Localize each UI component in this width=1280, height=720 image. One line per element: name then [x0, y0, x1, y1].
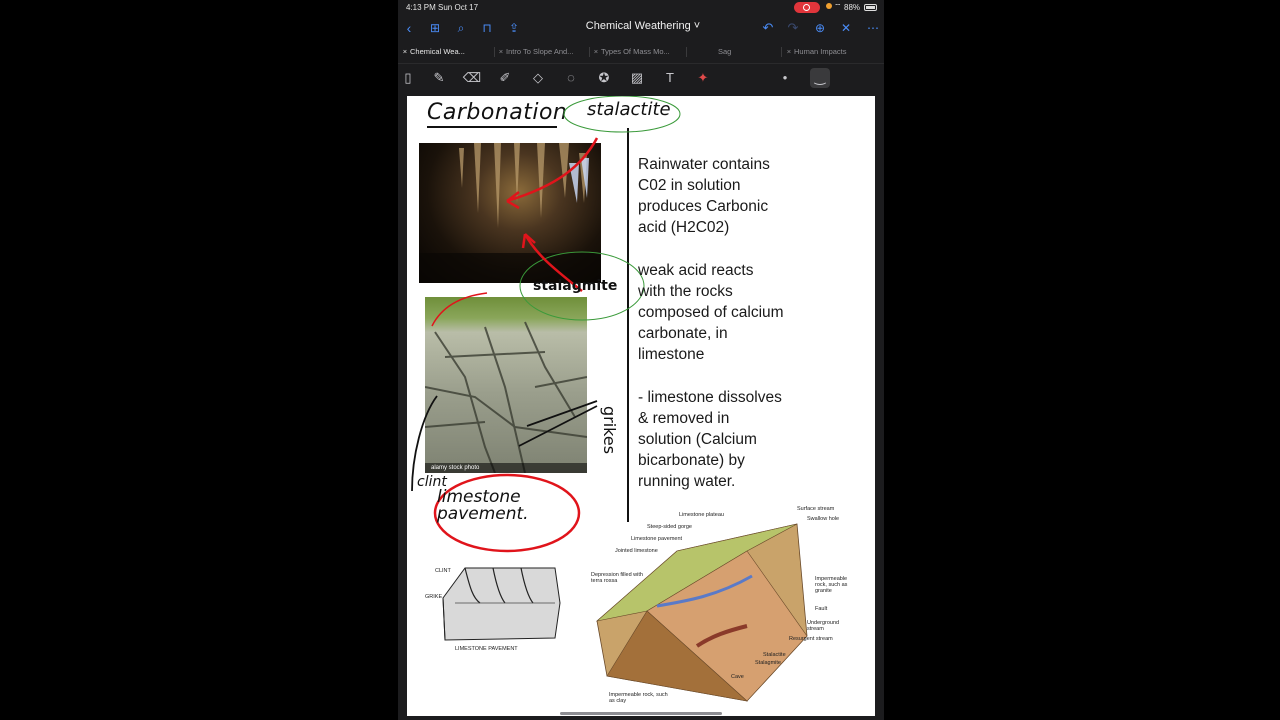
screen-recording-icon[interactable]	[794, 2, 820, 13]
karst-landscape-diagram: Limestone plateau Surface stream Swallow…	[587, 506, 857, 716]
text-line: Rainwater contains	[638, 156, 770, 173]
tab-close-icon[interactable]: ×	[496, 43, 506, 61]
text-line: - limestone dissolves	[638, 389, 782, 406]
text-line: & removed in	[638, 410, 730, 427]
share-icon[interactable]: ⇪	[505, 18, 523, 38]
grid-view-icon[interactable]: ⊞	[426, 18, 444, 38]
diagram-label: Stalagmite	[755, 660, 781, 666]
red-stroke	[431, 292, 488, 327]
label-grikes: grikes	[600, 406, 619, 455]
sketch-caption: LIMESTONE PAVEMENT	[455, 646, 518, 652]
tab-divider	[781, 47, 782, 57]
battery-icon	[864, 4, 877, 11]
paragraph-1: Rainwater contains C02 in solution produ…	[638, 154, 770, 238]
label-stalagmite: stalagmite	[533, 278, 618, 294]
diagram-label: Surface stream	[797, 506, 835, 512]
grikes-arrows	[518, 400, 598, 447]
close-icon[interactable]: ✕	[837, 18, 855, 38]
tab-label: Intro To Slope And...	[506, 47, 574, 56]
text-line: solution (Calcium	[638, 431, 757, 448]
diagram-label: Swallow hole	[807, 516, 840, 522]
diagram-label: Cave	[731, 674, 744, 680]
text-line: C02 in solution	[638, 177, 741, 194]
pen-style-icon[interactable]: ‿	[810, 68, 830, 88]
diagram-label: Limestone pavement	[631, 536, 683, 542]
text-line: produces Carbonic	[638, 198, 769, 215]
tab-human-impacts[interactable]: × Human Impacts	[784, 43, 879, 61]
sketch-label-clint: CLINT	[435, 568, 451, 574]
diagram-label: Resurgent stream	[789, 636, 833, 642]
tool-bar: ▯ ✎ ⌫ ✐ ◇ ◌ ✪ ▨ T ✦ ● ‿	[398, 63, 884, 92]
ipad-screen: 4:13 PM Sun Oct 17 ⌔ 88% ‹ ⊞ ⌕ ⊓ ⇪ Chemi…	[398, 0, 884, 720]
tab-bar: × Chemical Wea... × Intro To Slope And... …	[398, 43, 884, 61]
page-icon[interactable]: ▯	[398, 68, 418, 88]
image-icon[interactable]: ▨	[627, 68, 647, 88]
diagram-label: Steep-sided gorge	[647, 524, 692, 530]
home-indicator[interactable]	[560, 712, 722, 715]
diagram-label: Stalactite	[763, 652, 786, 658]
text-line: limestone	[638, 346, 705, 363]
diagram-label: Impermeable rock, such as granite	[815, 576, 848, 594]
tab-divider	[494, 47, 495, 57]
tab-close-icon[interactable]: ×	[784, 43, 794, 61]
text-icon[interactable]: T	[660, 68, 680, 88]
tab-label: Sag	[718, 47, 732, 56]
undo-icon[interactable]: ↶	[759, 18, 777, 38]
highlighter-icon[interactable]: ✐	[495, 68, 515, 88]
tab-close-icon[interactable]: ×	[400, 43, 410, 61]
tab-divider	[589, 47, 590, 57]
tab-divider	[686, 47, 687, 57]
text-line: bicarbonate) by	[638, 452, 745, 469]
more-icon[interactable]: ⋯	[864, 18, 882, 38]
bookmark-icon[interactable]: ⊓	[478, 18, 496, 38]
battery-percent: 88%	[844, 3, 861, 12]
text-line: carbonate, in	[638, 325, 728, 342]
wifi-icon: ⌔	[834, 2, 842, 11]
star-icon[interactable]: ✪	[594, 68, 614, 88]
tab-types-of-mass[interactable]: × Types Of Mass Mo...	[591, 43, 686, 61]
text-line: with the rocks	[638, 283, 733, 300]
status-bar: 4:13 PM Sun Oct 17 ⌔ 88%	[398, 0, 884, 16]
sketch-label-grike: GRIKE	[425, 594, 443, 600]
redo-icon[interactable]: ↷	[784, 18, 802, 38]
back-chevron-icon[interactable]: ‹	[400, 18, 418, 38]
eraser-icon[interactable]: ⌫	[462, 68, 482, 88]
green-circle-stalactite	[563, 96, 681, 133]
shapes-icon[interactable]: ◇	[528, 68, 548, 88]
paragraph-2: weak acid reacts with the rocks composed…	[638, 260, 784, 365]
diagram-label: Limestone plateau	[679, 512, 724, 518]
status-time: 4:13 PM Sun Oct 17	[406, 3, 479, 12]
tab-close-icon[interactable]: ×	[591, 43, 601, 61]
dot-color-icon[interactable]: ●	[775, 68, 795, 88]
laser-icon[interactable]: ✦	[693, 68, 713, 88]
note-page[interactable]: Carbonation stalactite alamy stock photo…	[407, 96, 875, 716]
diagram-label: Jointed limestone	[615, 548, 658, 554]
tab-label: Chemical Wea...	[410, 47, 465, 56]
orientation-lock-icon	[826, 3, 832, 9]
search-icon[interactable]: ⌕	[452, 18, 470, 38]
paragraph-3: - limestone dissolves & removed in solut…	[638, 387, 782, 492]
lasso-icon[interactable]: ◌	[561, 68, 581, 88]
add-page-icon[interactable]: ⊕	[811, 18, 829, 38]
text-line: running water.	[638, 473, 736, 490]
pen-icon[interactable]: ✎	[429, 68, 449, 88]
top-toolbar: ‹ ⊞ ⌕ ⊓ ⇪ Chemical Weathering ˅ ↶ ↷ ⊕ ✕ …	[398, 16, 884, 42]
diagram-label: Fault	[815, 606, 828, 612]
text-line: weak acid reacts	[638, 262, 754, 279]
text-line: acid (H2C02)	[638, 219, 730, 236]
tab-chemical-weathering[interactable]: × Chemical Wea...	[400, 43, 495, 61]
diagram-label: Underground stream	[807, 620, 840, 632]
tab-intro-to-slope[interactable]: × Intro To Slope And...	[496, 43, 591, 61]
text-line: composed of calcium	[638, 304, 784, 321]
red-arrow-stalactite	[506, 137, 599, 203]
diagram-label: Depression filled with terra rossa	[591, 572, 643, 584]
diagram-label: Impermeable rock, such as clay	[609, 692, 668, 704]
tab-label: Types Of Mass Mo...	[601, 47, 670, 56]
tab-label: Human Impacts	[794, 47, 847, 56]
document-title[interactable]: Chemical Weathering ˅	[558, 20, 728, 32]
limestone-pavement-sketch: CLINT GRIKE LIMESTONE PAVEMENT	[425, 558, 570, 658]
label-limestone-pavement: limestone pavement.	[437, 487, 529, 524]
